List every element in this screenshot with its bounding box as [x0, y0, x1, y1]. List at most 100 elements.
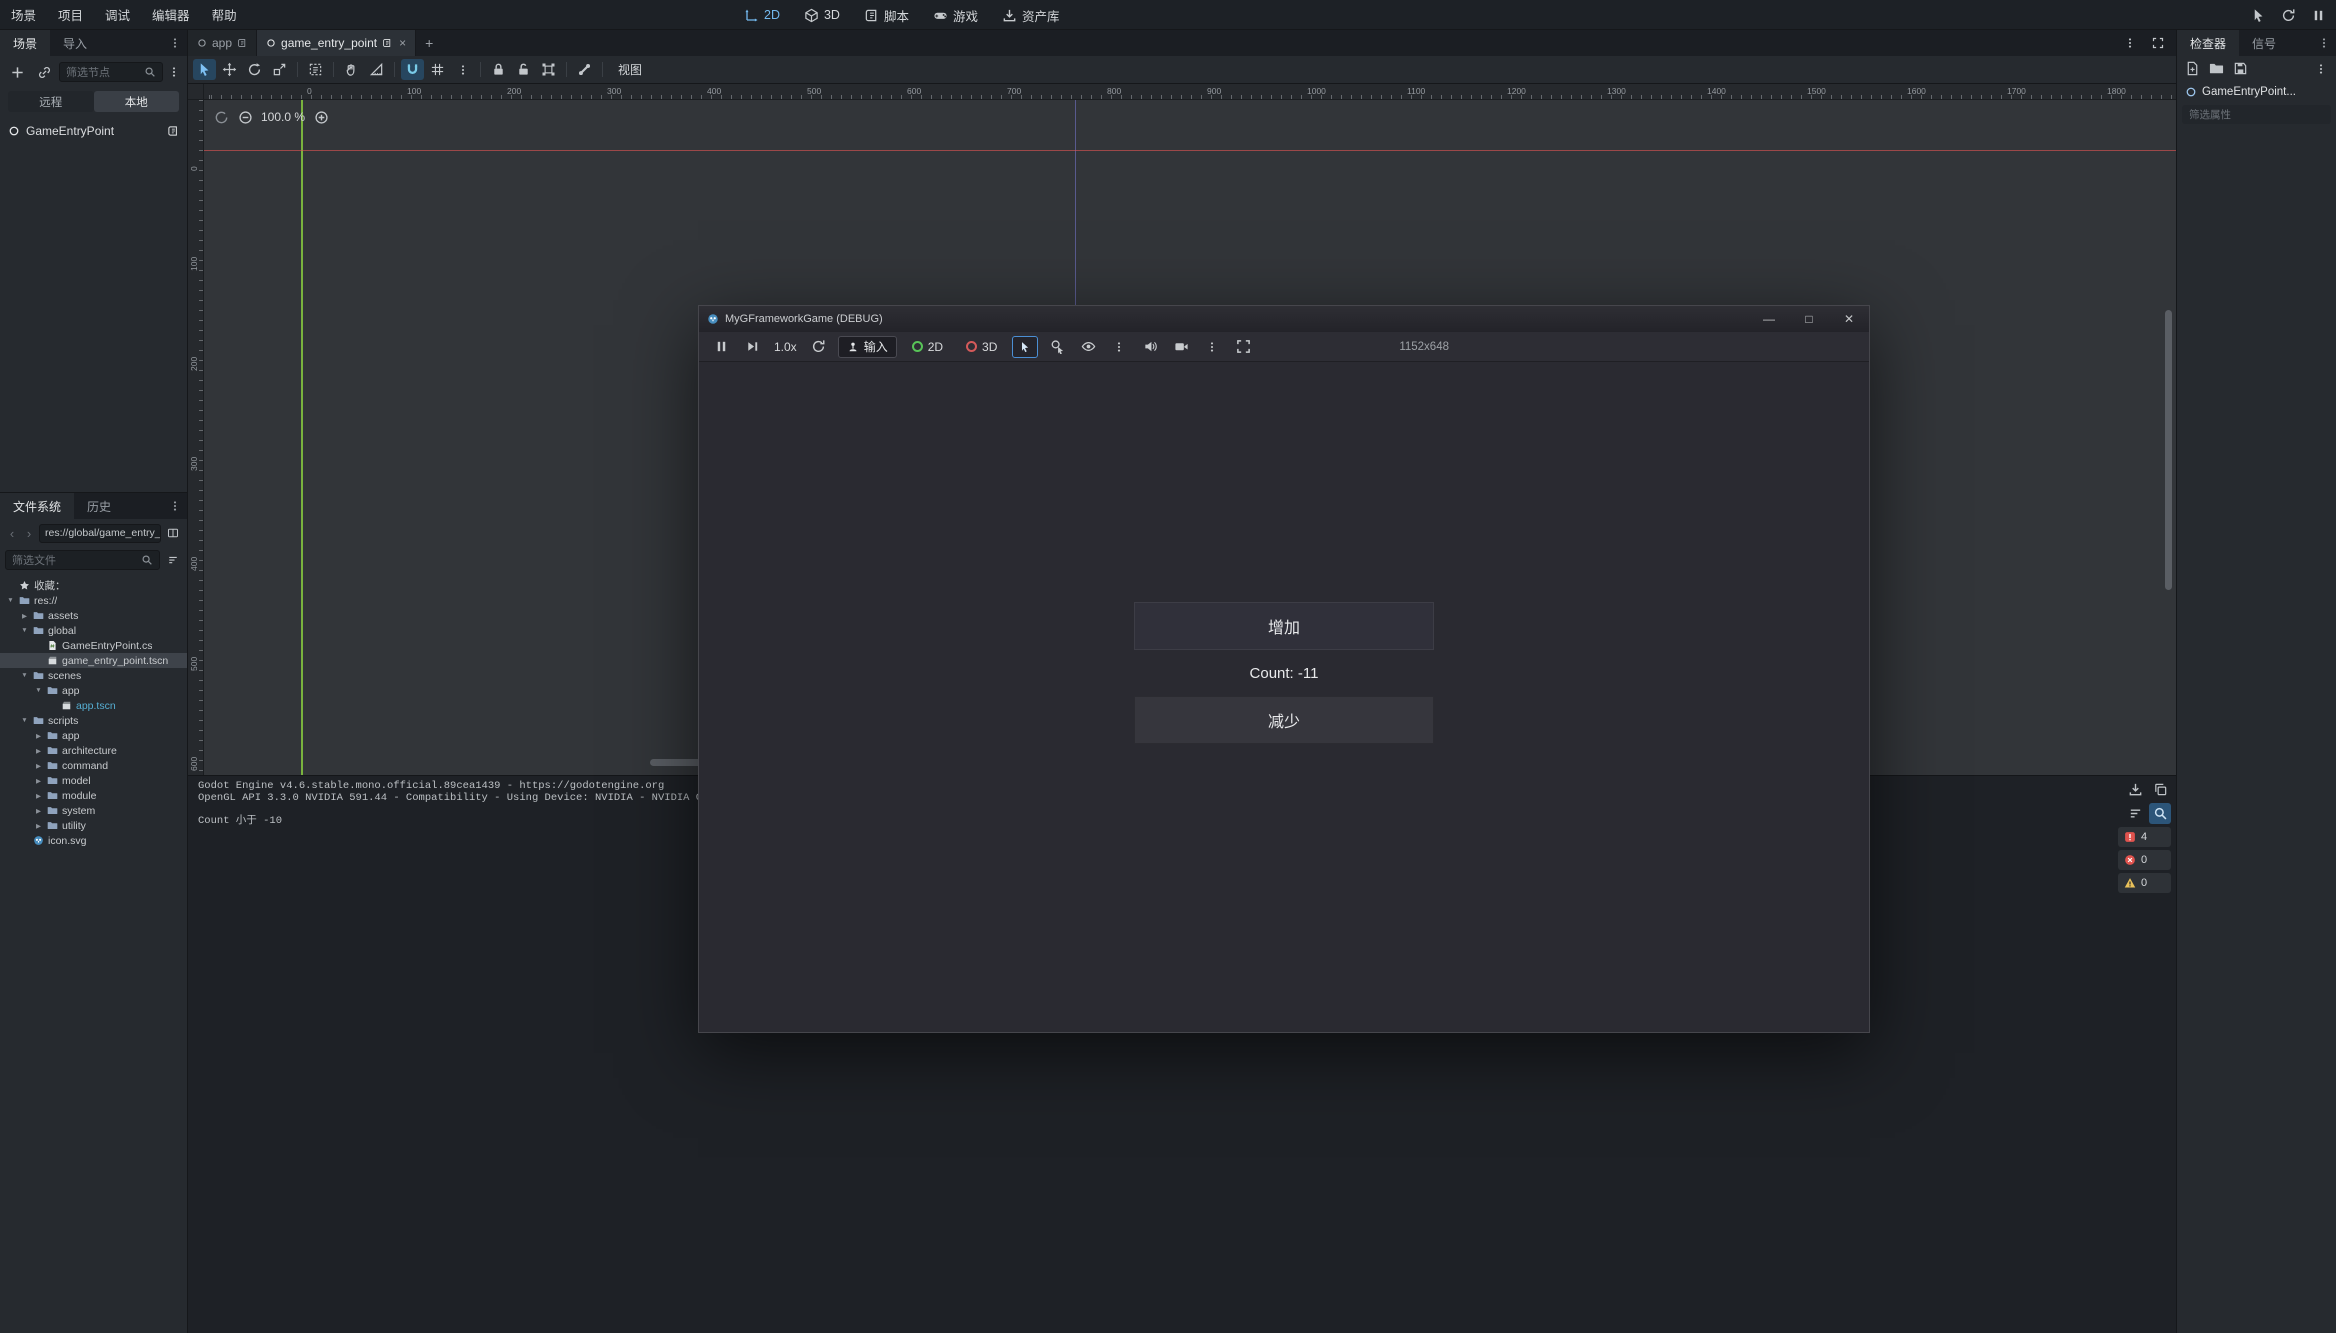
- expand-arrow-icon[interactable]: ▶: [34, 762, 43, 770]
- unlock-node-icon[interactable]: [512, 59, 535, 80]
- current-path-field[interactable]: res://global/game_entry_p: [39, 524, 161, 543]
- filter-files-input[interactable]: 筛选文件: [5, 550, 160, 570]
- zoom-level[interactable]: 100.0 %: [261, 110, 305, 124]
- file-tree-item[interactable]: ▼global: [0, 623, 187, 638]
- audio-icon[interactable]: [1138, 336, 1162, 358]
- box-select-icon[interactable]: [304, 59, 327, 80]
- remote-button[interactable]: 远程: [8, 91, 94, 112]
- error-count-badge[interactable]: 0: [2118, 850, 2171, 870]
- expand-arrow-icon[interactable]: ▶: [34, 792, 43, 800]
- grid-snap-icon[interactable]: [426, 59, 449, 80]
- scene-tab-game-entry-point[interactable]: game_entry_point ×: [257, 30, 416, 56]
- tab-list-icon[interactable]: [2118, 32, 2142, 54]
- suspend-game-icon[interactable]: [709, 336, 733, 358]
- camera-override-icon[interactable]: [1169, 336, 1193, 358]
- canvas-vertical-scrollbar[interactable]: [2165, 310, 2172, 590]
- attached-script-icon[interactable]: [167, 125, 179, 137]
- file-tree-item[interactable]: ▼scripts: [0, 713, 187, 728]
- inspector-options-icon[interactable]: [2310, 58, 2332, 79]
- reset-speed-icon[interactable]: [807, 336, 831, 358]
- split-view-icon[interactable]: [164, 522, 182, 544]
- more-options-icon[interactable]: [1200, 336, 1224, 358]
- tab-inspector[interactable]: 检查器: [2177, 30, 2239, 56]
- tab-import[interactable]: 导入: [50, 30, 100, 56]
- file-tree-item[interactable]: icon.svg: [0, 833, 187, 848]
- expand-arrow-icon[interactable]: ▶: [34, 807, 43, 815]
- restart-icon[interactable]: [2276, 4, 2300, 26]
- nav-forward-icon[interactable]: ›: [22, 526, 36, 541]
- next-frame-icon[interactable]: [740, 336, 764, 358]
- warning-count-badge[interactable]: 0: [2118, 873, 2171, 893]
- inspected-node-row[interactable]: GameEntryPoint...: [2177, 81, 2336, 103]
- expand-arrow-icon[interactable]: ▶: [20, 612, 29, 620]
- menu-project[interactable]: 项目: [47, 0, 94, 30]
- increase-button[interactable]: 增加: [1134, 602, 1434, 650]
- file-tree-item[interactable]: ▼scenes: [0, 668, 187, 683]
- file-tree-item[interactable]: ▶command: [0, 758, 187, 773]
- snap-options-icon[interactable]: [451, 59, 474, 80]
- new-scene-tab-icon[interactable]: +: [416, 30, 442, 56]
- expand-arrow-icon[interactable]: ▶: [34, 777, 43, 785]
- save-resource-icon[interactable]: [2229, 58, 2251, 79]
- file-tree-item[interactable]: ▼res://: [0, 593, 187, 608]
- node-picker-icon[interactable]: [1045, 336, 1069, 358]
- game-window-titlebar[interactable]: MyGFrameworkGame (DEBUG) — □ ✕: [699, 306, 1869, 332]
- menu-debug[interactable]: 调试: [94, 0, 141, 30]
- 2d-mode-toggle[interactable]: 2D: [904, 336, 951, 358]
- close-tab-icon[interactable]: ×: [399, 36, 406, 50]
- scene-tree-node-root[interactable]: GameEntryPoint: [0, 120, 187, 142]
- scene-tree-options-icon[interactable]: [166, 61, 182, 83]
- file-tree-item[interactable]: ▶app: [0, 728, 187, 743]
- scale-tool-icon[interactable]: [268, 59, 291, 80]
- file-tree-item[interactable]: ▶assets: [0, 608, 187, 623]
- expand-arrow-icon[interactable]: ▼: [20, 672, 29, 679]
- pause-icon[interactable]: [2306, 4, 2330, 26]
- search-messages-icon[interactable]: [2149, 803, 2171, 824]
- dock-options-icon[interactable]: [2312, 30, 2336, 56]
- measure-tool-icon[interactable]: [365, 59, 388, 80]
- minimize-window-icon[interactable]: —: [1749, 306, 1789, 332]
- tab-filesystem[interactable]: 文件系统: [0, 493, 74, 519]
- expand-arrow-icon[interactable]: ▼: [34, 687, 43, 694]
- file-tree-item[interactable]: ▶module: [0, 788, 187, 803]
- select-tool-icon[interactable]: [193, 59, 216, 80]
- zoom-out-icon[interactable]: [236, 106, 254, 128]
- load-resource-icon[interactable]: [2205, 58, 2227, 79]
- scene-tab-app[interactable]: app: [188, 30, 257, 56]
- zoom-in-icon[interactable]: [312, 106, 330, 128]
- file-tree-item[interactable]: ▶model: [0, 773, 187, 788]
- instance-scene-icon[interactable]: [32, 61, 56, 83]
- context-tab-game[interactable]: 游戏: [924, 0, 987, 30]
- time-scale-value[interactable]: 1.0x: [771, 340, 800, 354]
- visibility-icon[interactable]: [1076, 336, 1100, 358]
- rotate-tool-icon[interactable]: [243, 59, 266, 80]
- file-tree-item[interactable]: ▶system: [0, 803, 187, 818]
- decrease-button[interactable]: 减少: [1134, 696, 1434, 744]
- expand-arrow-icon[interactable]: ▶: [34, 747, 43, 755]
- smart-snap-icon[interactable]: [401, 59, 424, 80]
- filter-messages-icon[interactable]: [2124, 803, 2146, 824]
- fullscreen-icon[interactable]: [1231, 336, 1255, 358]
- new-resource-icon[interactable]: [2181, 58, 2203, 79]
- nav-back-icon[interactable]: ‹: [5, 526, 19, 541]
- expand-arrow-icon[interactable]: ▼: [20, 717, 29, 724]
- file-tree-item[interactable]: ▼app: [0, 683, 187, 698]
- context-tab-assetlib[interactable]: 资产库: [993, 0, 1069, 30]
- add-node-icon[interactable]: [5, 61, 29, 83]
- sort-files-icon[interactable]: [164, 549, 182, 571]
- selection-options-icon[interactable]: [1107, 336, 1131, 358]
- file-tree-item[interactable]: ▶utility: [0, 818, 187, 833]
- tab-signals[interactable]: 信号: [2239, 30, 2289, 56]
- tab-history[interactable]: 历史: [74, 493, 124, 519]
- tab-scene[interactable]: 场景: [0, 30, 50, 56]
- file-tree-item[interactable]: app.tscn: [0, 698, 187, 713]
- context-tab-2d[interactable]: 2D: [735, 0, 789, 30]
- file-tree-item[interactable]: 收藏：: [0, 578, 187, 593]
- menu-editor[interactable]: 编辑器: [141, 0, 201, 30]
- file-tree-item[interactable]: game_entry_point.tscn: [0, 653, 187, 668]
- game-debug-window[interactable]: MyGFrameworkGame (DEBUG) — □ ✕ 1.0x 输入 2…: [698, 305, 1870, 1033]
- expand-arrow-icon[interactable]: ▶: [34, 732, 43, 740]
- maximize-window-icon[interactable]: □: [1789, 306, 1829, 332]
- file-tree-item[interactable]: GameEntryPoint.cs: [0, 638, 187, 653]
- group-node-icon[interactable]: [537, 59, 560, 80]
